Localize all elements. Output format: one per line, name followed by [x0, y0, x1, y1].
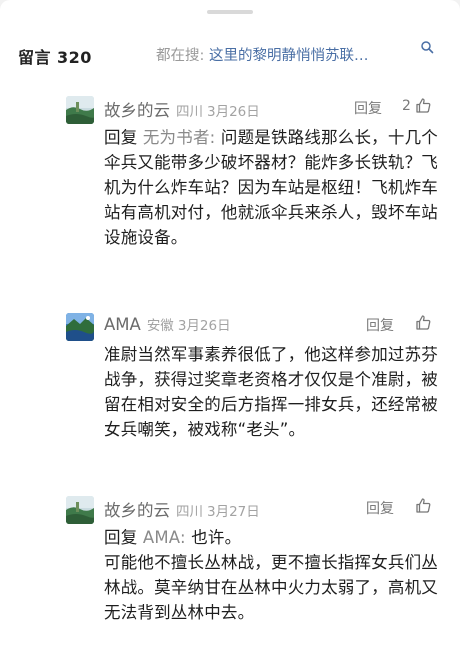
thumbs-up-icon[interactable]	[415, 497, 432, 514]
reply-line: 回复 AMA: 也许。	[104, 525, 440, 550]
author-name[interactable]: AMA	[104, 315, 141, 334]
reply-button[interactable]: 回复	[366, 498, 394, 518]
avatar[interactable]	[66, 96, 94, 124]
comment-item: AMA 安徽 3月26日 回复 准尉当然军事素养很低了，他这样参加过苏芬战争，获得过…	[66, 313, 446, 483]
reply-button[interactable]: 回复	[366, 315, 394, 335]
comment-count: 320	[57, 48, 92, 67]
comment-meta: AMA 安徽 3月26日	[104, 314, 231, 336]
avatar[interactable]	[66, 313, 94, 341]
comments-sheet: 留言 320 都在搜: 这里的黎明静悄悄苏联… 故乡的云 四川 3月26日 回复 2	[0, 0, 460, 665]
comment-date: 3月27日	[207, 504, 260, 520]
comments-header: 留言 320 都在搜: 这里的黎明静悄悄苏联…	[0, 32, 460, 74]
author-name[interactable]: 故乡的云	[104, 501, 170, 520]
reply-button[interactable]: 回复	[354, 98, 382, 118]
thumbs-up-icon[interactable]	[415, 97, 432, 114]
reply-prefix: 回复	[104, 128, 138, 147]
comment-date: 3月26日	[177, 318, 231, 334]
search-suggestion[interactable]: 都在搜: 这里的黎明静悄悄苏联…	[156, 44, 369, 65]
search-icon[interactable]	[420, 40, 434, 54]
search-query-link[interactable]: 这里的黎明静悄悄苏联…	[209, 48, 369, 64]
drag-handle[interactable]	[207, 10, 253, 14]
comment-meta: 故乡的云 四川 3月27日	[104, 497, 260, 520]
mention-link[interactable]: AMA:	[143, 528, 186, 547]
author-location: 四川	[176, 504, 203, 520]
thumbs-up-icon[interactable]	[415, 314, 432, 331]
comment-count-label: 留言 320	[18, 48, 92, 67]
mention-link[interactable]: 无为书者:	[143, 128, 216, 147]
comment-item: 故乡的云 四川 3月26日 回复 2 回复 无为书者: 问题是铁路线那么长，十几个伞…	[66, 96, 446, 296]
reply-text: 也许。	[191, 528, 242, 547]
comment-body: 准尉当然军事素养很低了，他这样参加过苏芬战争，获得过奖章老资格才仅仅是个准尉，被…	[104, 342, 440, 442]
like-count: 2	[402, 98, 411, 114]
comment-body: 回复 无为书者: 问题是铁路线那么长，十几个伞兵又能带多少破坏器材？能炸多长铁轨…	[104, 125, 440, 250]
comment-body: 回复 AMA: 也许。 可能他不擅长丛林战，更不擅长指挥女兵们丛林战。莫辛纳甘在…	[104, 525, 440, 625]
author-location: 四川	[176, 104, 203, 120]
reply-prefix: 回复	[104, 528, 138, 547]
avatar[interactable]	[66, 496, 94, 524]
comment-date: 3月26日	[207, 104, 260, 120]
comment-text: 准尉当然军事素养很低了，他这样参加过苏芬战争，获得过奖章老资格才仅仅是个准尉，被…	[104, 345, 438, 439]
comment-meta: 故乡的云 四川 3月26日	[104, 97, 260, 120]
comment-item: 故乡的云 四川 3月27日 回复 回复 AMA: 也许。 可能他不擅长丛林战，更不擅…	[66, 496, 446, 665]
author-name[interactable]: 故乡的云	[104, 101, 170, 120]
comment-text: 可能他不擅长丛林战，更不擅长指挥女兵们丛林战。莫辛纳甘在丛林中火力太弱了，高机又…	[104, 553, 438, 622]
author-location: 安徽	[146, 318, 174, 334]
search-prefix: 都在搜:	[156, 48, 205, 64]
